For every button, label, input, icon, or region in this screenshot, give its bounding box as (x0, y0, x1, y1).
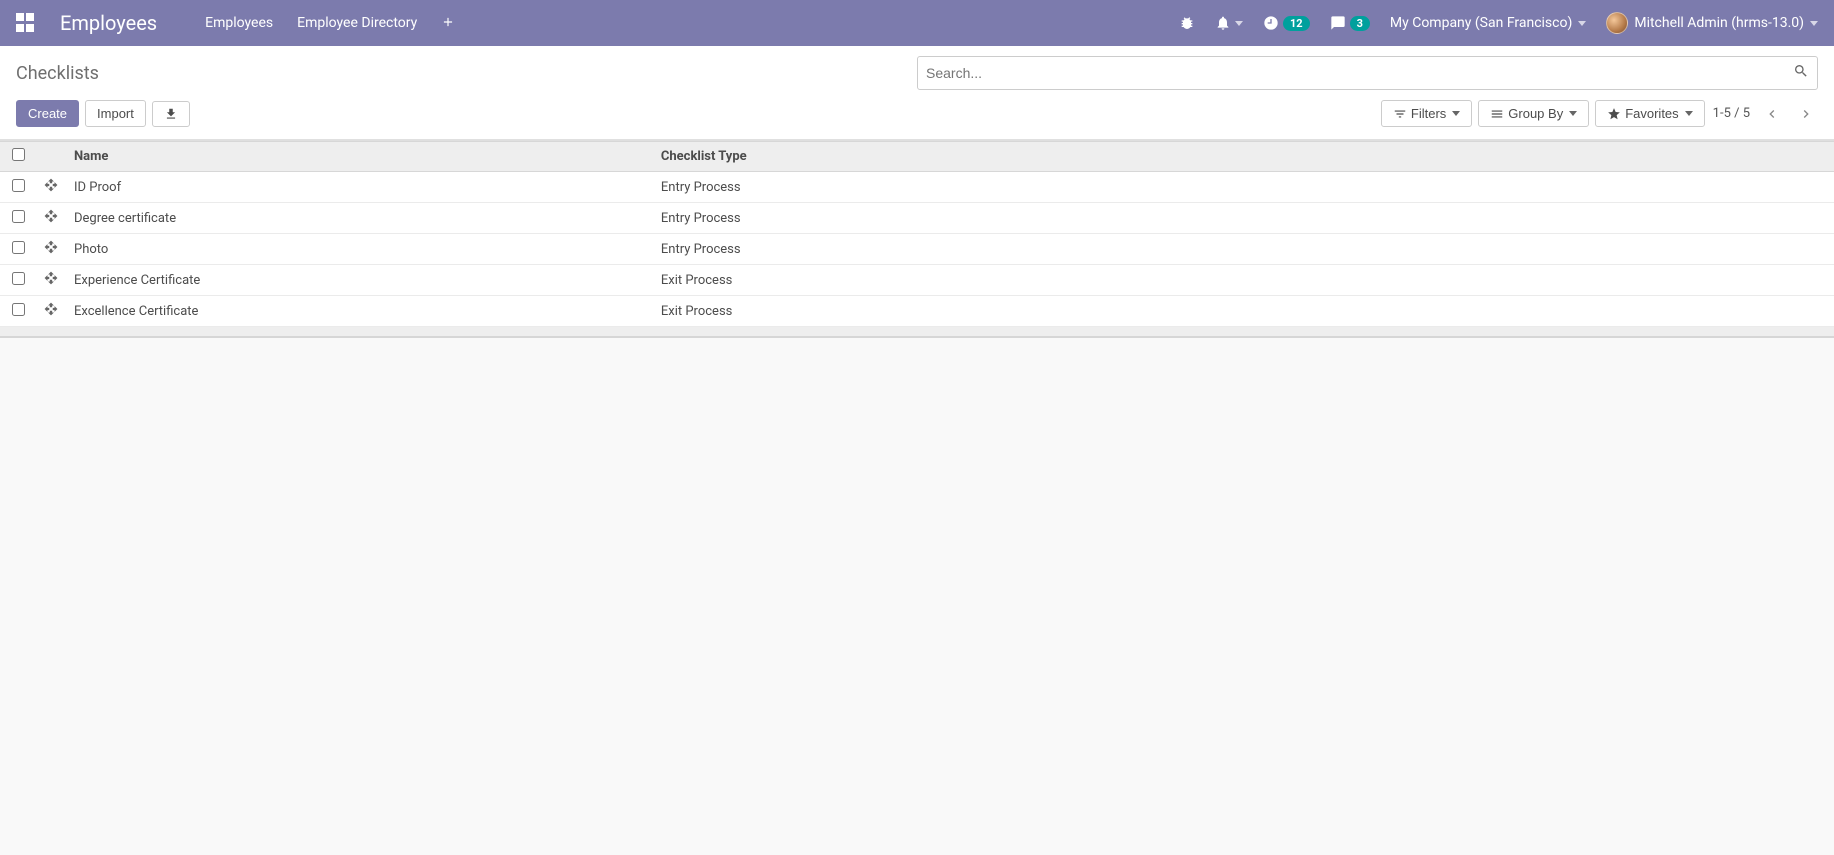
filters-button[interactable]: Filters (1381, 100, 1472, 127)
row-checkbox[interactable] (12, 303, 25, 316)
pager-text[interactable]: 1-5 / 5 (1713, 106, 1750, 121)
avatar (1606, 12, 1628, 34)
activity-badge: 12 (1283, 16, 1310, 31)
select-all-header (0, 142, 36, 172)
row-type-cell: Exit Process (653, 296, 1834, 327)
cp-right-controls: Filters Group By Favorites 1-5 / 5 (1381, 100, 1818, 127)
chevron-down-icon (1235, 21, 1243, 26)
row-checkbox-cell (0, 203, 36, 234)
drag-handle[interactable] (36, 265, 66, 296)
nav-link-employee-directory[interactable]: Employee Directory (297, 15, 417, 31)
drag-header (36, 142, 66, 172)
row-checkbox[interactable] (12, 210, 25, 223)
list-view: Name Checklist Type ID ProofEntry Proces… (0, 140, 1834, 338)
select-all-checkbox[interactable] (12, 148, 25, 161)
funnel-icon (1393, 107, 1407, 121)
download-icon (164, 107, 178, 121)
pager-next[interactable] (1794, 102, 1818, 126)
star-icon (1607, 107, 1621, 121)
company-switcher[interactable]: My Company (San Francisco) (1390, 15, 1586, 31)
search-input[interactable] (926, 65, 1793, 81)
list-icon (1490, 107, 1504, 121)
table-row[interactable]: PhotoEntry Process (0, 234, 1834, 265)
row-type-cell: Entry Process (653, 172, 1834, 203)
search-box[interactable] (917, 56, 1818, 90)
checklist-type-header[interactable]: Checklist Type (653, 142, 1834, 172)
row-checkbox[interactable] (12, 179, 25, 192)
table-row[interactable]: Degree certificateEntry Process (0, 203, 1834, 234)
filters-label: Filters (1411, 106, 1446, 121)
chevron-left-icon (1764, 106, 1780, 122)
name-header[interactable]: Name (66, 142, 653, 172)
row-name-cell: ID Proof (66, 172, 653, 203)
company-name: My Company (San Francisco) (1390, 15, 1572, 31)
user-menu[interactable]: Mitchell Admin (hrms-13.0) (1606, 12, 1818, 34)
table-row[interactable]: Experience CertificateExit Process (0, 265, 1834, 296)
row-checkbox[interactable] (12, 272, 25, 285)
move-icon (44, 209, 58, 223)
row-checkbox[interactable] (12, 241, 25, 254)
import-button[interactable]: Import (85, 100, 146, 127)
row-name-cell: Degree certificate (66, 203, 653, 234)
groupby-label: Group By (1508, 106, 1563, 121)
plus-icon[interactable] (441, 14, 455, 33)
chevron-down-icon (1569, 111, 1577, 116)
export-button[interactable] (152, 101, 190, 127)
move-icon (44, 271, 58, 285)
row-checkbox-cell (0, 234, 36, 265)
row-name-cell: Photo (66, 234, 653, 265)
chevron-down-icon (1810, 21, 1818, 26)
nav-link-employees[interactable]: Employees (205, 15, 273, 31)
drag-handle[interactable] (36, 203, 66, 234)
control-panel: Checklists Create Import Filters (0, 46, 1834, 140)
table-row[interactable]: Excellence CertificateExit Process (0, 296, 1834, 327)
favorites-button[interactable]: Favorites (1595, 100, 1704, 127)
pager-prev[interactable] (1760, 102, 1784, 126)
user-name: Mitchell Admin (hrms-13.0) (1634, 15, 1804, 31)
app-brand[interactable]: Employees (60, 11, 157, 35)
row-type-cell: Entry Process (653, 203, 1834, 234)
chevron-right-icon (1798, 106, 1814, 122)
move-icon (44, 302, 58, 316)
nav-links: Employees Employee Directory (205, 14, 455, 33)
row-type-cell: Exit Process (653, 265, 1834, 296)
chevron-down-icon (1685, 111, 1693, 116)
search-icon[interactable] (1793, 63, 1809, 83)
filter-group: Filters Group By Favorites (1381, 100, 1705, 127)
table-header-row: Name Checklist Type (0, 142, 1834, 172)
discuss-icon[interactable]: 3 (1330, 15, 1370, 31)
move-icon (44, 240, 58, 254)
chevron-down-icon (1578, 21, 1586, 26)
drag-handle[interactable] (36, 172, 66, 203)
breadcrumb: Checklists (16, 63, 99, 84)
drag-handle[interactable] (36, 296, 66, 327)
row-name-cell: Experience Certificate (66, 265, 653, 296)
table-footer-strip (0, 327, 1834, 337)
cp-left-buttons: Create Import (16, 100, 190, 127)
table-row[interactable]: ID ProofEntry Process (0, 172, 1834, 203)
notifications-icon[interactable] (1215, 15, 1243, 31)
favorites-label: Favorites (1625, 106, 1678, 121)
move-icon (44, 178, 58, 192)
row-type-cell: Entry Process (653, 234, 1834, 265)
chevron-down-icon (1452, 111, 1460, 116)
discuss-badge: 3 (1350, 16, 1370, 31)
row-checkbox-cell (0, 296, 36, 327)
create-button[interactable]: Create (16, 100, 79, 127)
debug-icon[interactable] (1179, 15, 1195, 31)
drag-handle[interactable] (36, 234, 66, 265)
row-name-cell: Excellence Certificate (66, 296, 653, 327)
row-checkbox-cell (0, 265, 36, 296)
pager: 1-5 / 5 (1713, 102, 1818, 126)
row-checkbox-cell (0, 172, 36, 203)
top-navbar: Employees Employees Employee Directory 1… (0, 0, 1834, 46)
groupby-button[interactable]: Group By (1478, 100, 1589, 127)
checklist-table: Name Checklist Type ID ProofEntry Proces… (0, 141, 1834, 338)
navbar-right: 12 3 My Company (San Francisco) Mitchell… (1179, 12, 1818, 34)
activity-icon[interactable]: 12 (1263, 15, 1310, 31)
apps-menu-icon[interactable] (16, 13, 36, 33)
